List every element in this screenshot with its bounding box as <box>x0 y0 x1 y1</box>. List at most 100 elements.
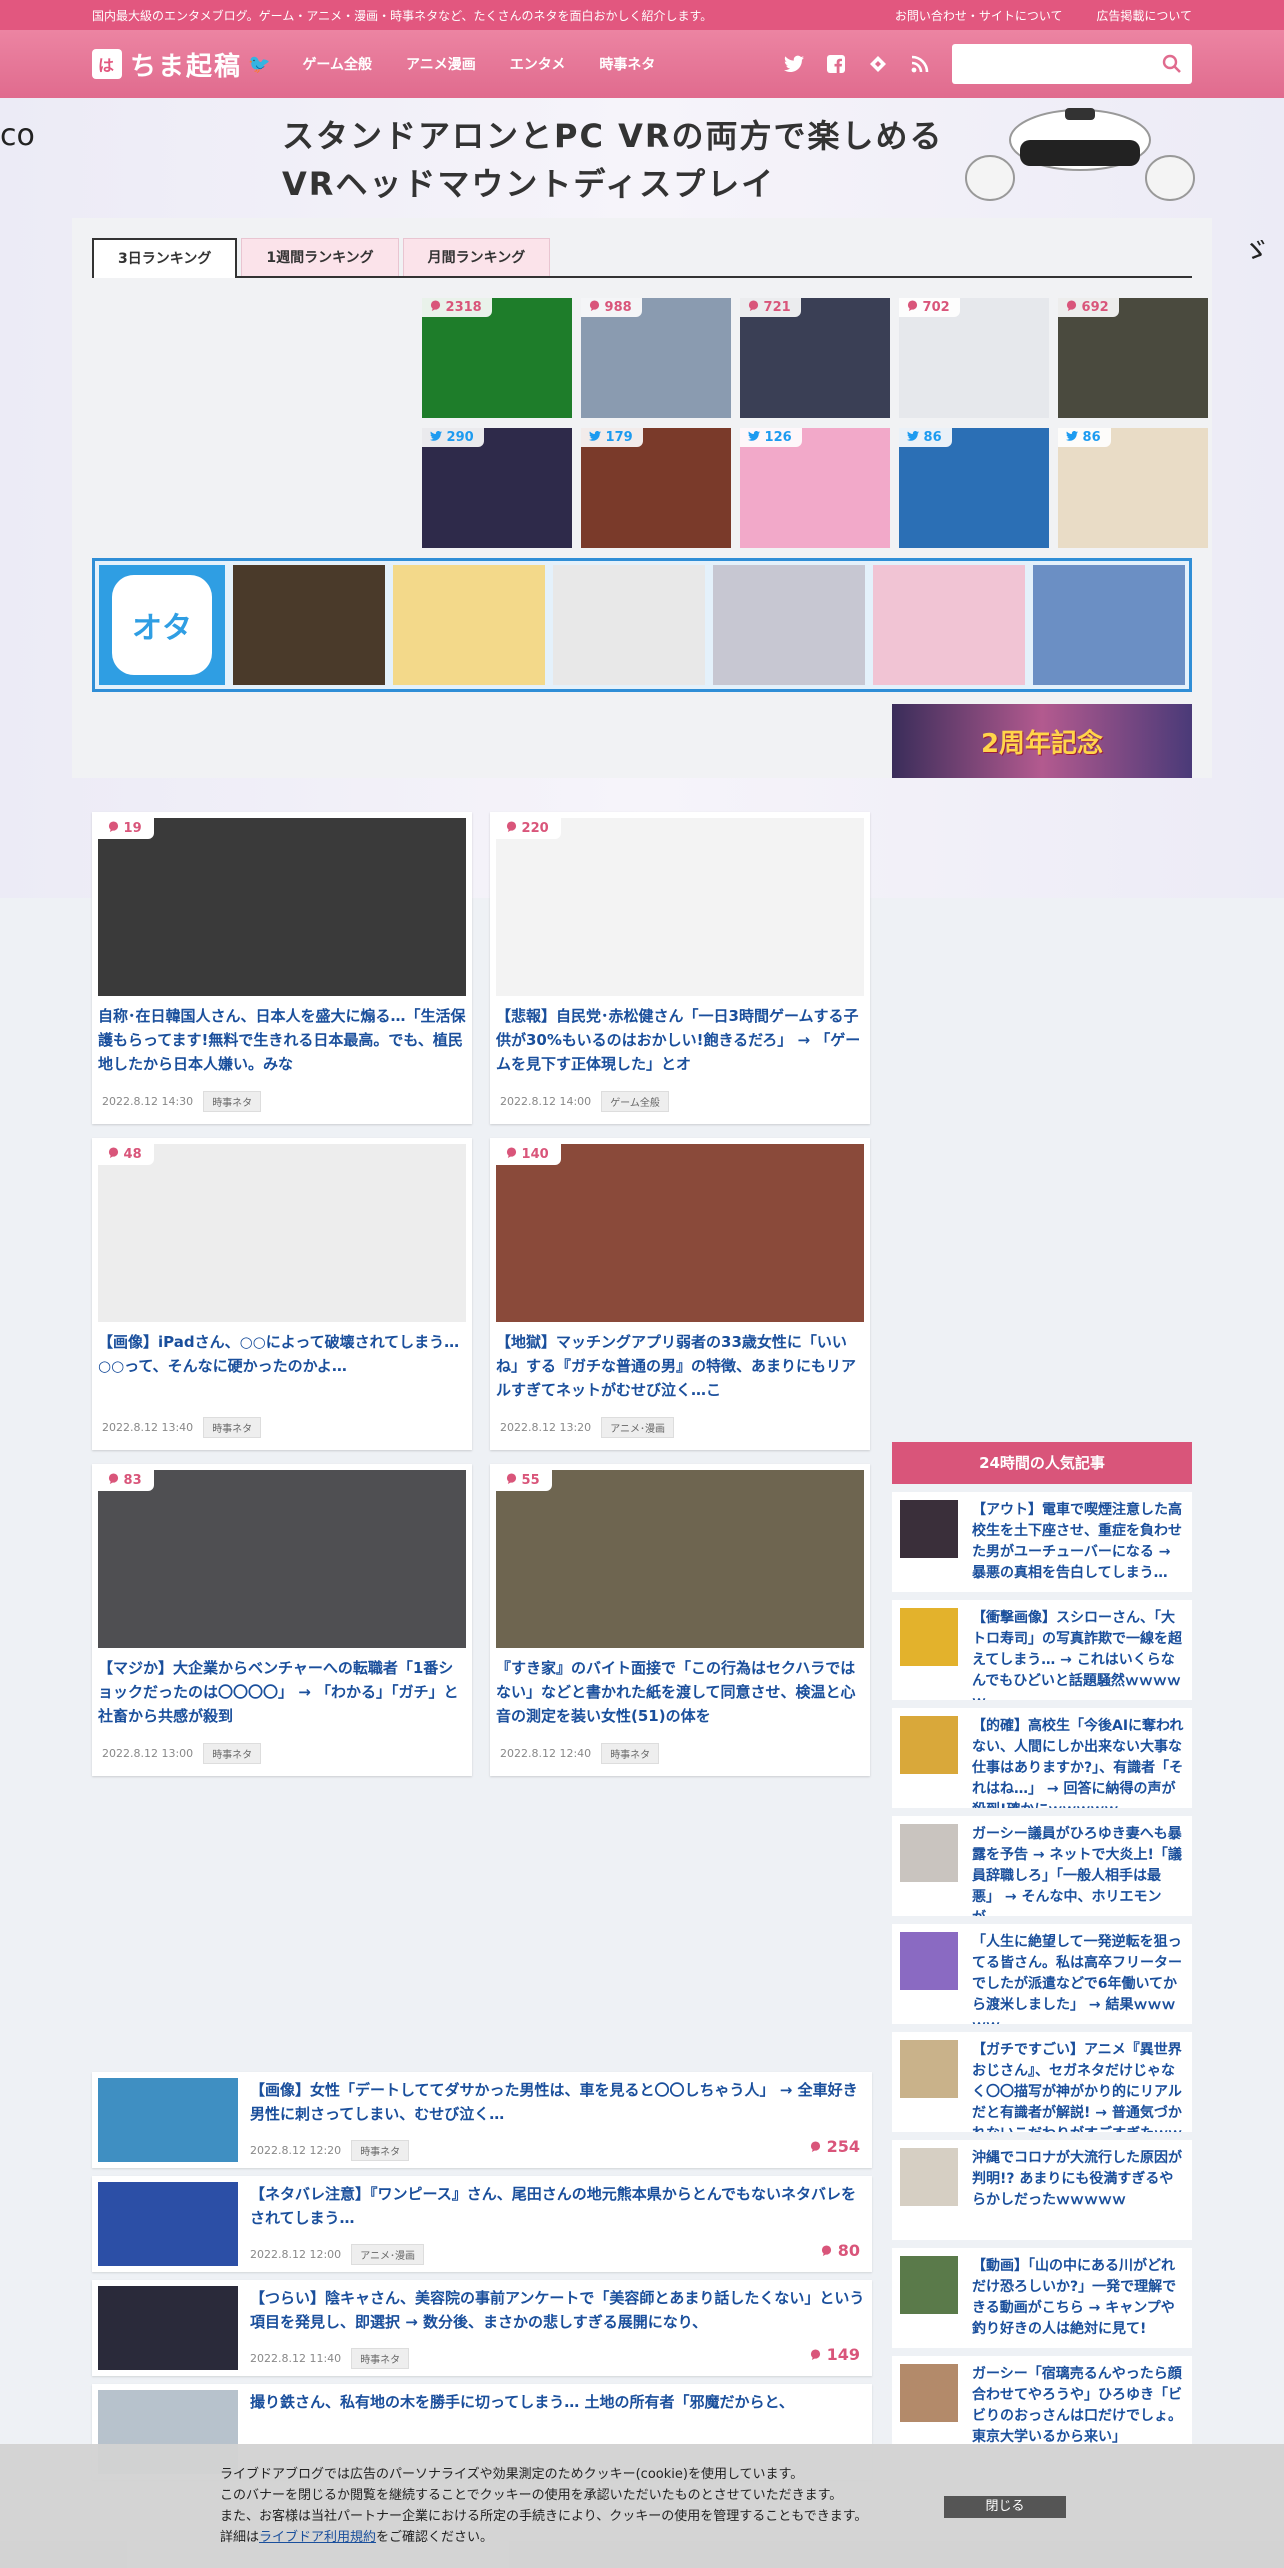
article-card[interactable]: 220 【悲報】自民党･赤松健さん「一日3時間ゲームする子供が30%もいるのはおか… <box>490 812 870 1124</box>
nav-anime[interactable]: アニメ漫画 <box>406 54 476 74</box>
popular-title[interactable]: 【動画】「山の中にある川がどれだけ恐ろしいか?」一発で理解できる動画がこちら →… <box>972 2256 1184 2340</box>
article-title[interactable]: 【悲報】自民党･赤松健さん「一日3時間ゲームする子供が30%もいるのはおかしい!… <box>496 1004 864 1076</box>
list-title[interactable]: 【つらい】陰キャさん、美容院の事前アンケートで「美容師とあまり話したくない」とい… <box>250 2286 866 2334</box>
otakom-thumb[interactable] <box>1033 565 1185 685</box>
popular-thumbnail[interactable] <box>900 1500 958 1558</box>
popular-item[interactable]: 【衝撃画像】スシローさん、「大トロ寿司」の写真詐欺で一線を超えてしまう… → こ… <box>892 1600 1192 1700</box>
list-title[interactable]: 【ネタバレ注意】『ワンピース』さん、尾田さんの地元熊本県からとんでもないネタバレ… <box>250 2182 866 2230</box>
list-thumbnail[interactable] <box>98 2078 238 2162</box>
nav-game[interactable]: ゲーム全般 <box>302 54 372 74</box>
list-title[interactable]: 【画像】女性「デートしててダサかった男性は、車を見ると〇〇しちゃう人」 → 全車… <box>250 2078 866 2126</box>
category-tag[interactable]: 時事ネタ <box>203 1743 262 1764</box>
ranking-item[interactable]: 721 <box>740 298 890 418</box>
list-item[interactable]: 【ネタバレ注意】『ワンピース』さん、尾田さんの地元熊本県からとんでもないネタバレ… <box>92 2176 872 2272</box>
nav-entame[interactable]: エンタメ <box>510 54 566 74</box>
category-tag[interactable]: 時事ネタ <box>203 1417 262 1438</box>
popular-thumbnail[interactable] <box>900 2256 958 2314</box>
ranking-item[interactable]: 126 <box>740 428 890 548</box>
ranking-item[interactable]: 86 <box>899 428 1049 548</box>
list-thumbnail[interactable] <box>98 2286 238 2370</box>
popular-thumbnail[interactable] <box>900 1608 958 1666</box>
ranking-item[interactable]: 179 <box>581 428 731 548</box>
contact-link[interactable]: お問い合わせ・サイトについて <box>895 9 1063 23</box>
popular-item[interactable]: 【的確】高校生「今後AIに奪われない、人間にしか出来ない大事な仕事はありますか?… <box>892 1708 1192 1808</box>
anniversary-banner[interactable]: 2周年記念 <box>892 704 1192 778</box>
article-card[interactable]: 55 『すき家』のバイト面接で「この行為はセクハラではない」などと書かれた紙を渡し… <box>490 1464 870 1776</box>
otakom-thumb[interactable] <box>393 565 545 685</box>
facebook-icon[interactable] <box>826 54 846 74</box>
nav-news[interactable]: 時事ネタ <box>599 54 655 74</box>
ranking-item[interactable]: 2318 <box>422 298 572 418</box>
popular-item[interactable]: 【動画】「山の中にある川がどれだけ恐ろしいか?」一発で理解できる動画がこちら →… <box>892 2248 1192 2348</box>
article-thumbnail[interactable]: 48 <box>98 1144 466 1322</box>
article-card[interactable]: 83 【マジか】大企業からベンチャーへの転職者「1番ショックだったのは〇〇〇〇」 … <box>92 1464 472 1776</box>
popular-title[interactable]: 「人生に絶望して一発逆転を狙ってる皆さん。私は高卒フリーターでしたが派遣などで6… <box>972 1932 1184 2024</box>
tab-3day[interactable]: 3日ランキング <box>92 238 238 278</box>
ranking-item[interactable]: 692 <box>1058 298 1208 418</box>
list-item[interactable]: 【画像】女性「デートしててダサかった男性は、車を見ると〇〇しちゃう人」 → 全車… <box>92 2072 872 2168</box>
otakom-thumb[interactable] <box>713 565 865 685</box>
otakom-thumb[interactable] <box>553 565 705 685</box>
ads-link[interactable]: 広告掲載について <box>1096 9 1192 23</box>
article-card[interactable]: 19 自称･在日韓国人さん、日本人を盛大に煽る…「生活保護もらってます!無料で生き… <box>92 812 472 1124</box>
article-thumbnail[interactable]: 140 <box>496 1144 864 1322</box>
category-tag[interactable]: アニメ･漫画 <box>601 1417 674 1438</box>
category-tag[interactable]: 時事ネタ <box>601 1743 660 1764</box>
tab-monthly[interactable]: 月間ランキング <box>402 238 551 276</box>
ranking-item[interactable]: 86 <box>1058 428 1208 548</box>
article-thumbnail[interactable]: 220 <box>496 818 864 996</box>
list-item[interactable]: 【つらい】陰キャさん、美容院の事前アンケートで「美容師とあまり話したくない」とい… <box>92 2280 872 2376</box>
rss-icon[interactable] <box>910 54 930 74</box>
popular-thumbnail[interactable] <box>900 2148 958 2206</box>
tab-1week[interactable]: 1週間ランキング <box>241 238 399 276</box>
otakom-banner[interactable]: オタ <box>92 558 1192 692</box>
feedly-icon[interactable] <box>868 54 888 74</box>
twitter-icon[interactable] <box>784 54 804 74</box>
site-logo[interactable]: は ちま起稿 🐦 <box>92 46 272 83</box>
popular-item[interactable]: ガーシー「宿璃売るんやったら顔合わせてやろうや」ひろゆき「ビビりのおっさんは口だ… <box>892 2356 1192 2456</box>
popular-item[interactable]: 沖縄でコロナが大流行した原因が判明!? あまりにも役満すぎるやらかしだったｗｗｗ… <box>892 2140 1192 2240</box>
search-input[interactable] <box>952 44 1192 84</box>
terms-link[interactable]: ライブドア利用規約 <box>259 2530 376 2545</box>
popular-thumbnail[interactable] <box>900 2364 958 2422</box>
category-tag[interactable]: ゲーム全般 <box>601 1091 669 1112</box>
popular-title[interactable]: 【ガチですごい】アニメ『異世界おじさん』、セガネタだけじゃなく〇〇描写が神がかり… <box>972 2040 1184 2132</box>
list-thumbnail[interactable] <box>98 2182 238 2266</box>
popular-item[interactable]: 「人生に絶望して一発逆転を狙ってる皆さん。私は高卒フリーターでしたが派遣などで6… <box>892 1924 1192 2024</box>
otakom-thumb[interactable] <box>873 565 1025 685</box>
article-title[interactable]: 『すき家』のバイト面接で「この行為はセクハラではない」などと書かれた紙を渡して同… <box>496 1656 864 1728</box>
popular-title[interactable]: ガーシー議員がひろゆき妻へも暴露を予告 → ネットで大炎上!「議員辞職しろ」「一… <box>972 1824 1184 1916</box>
popular-item[interactable]: 【アウト】電車で喫煙注意した高校生を土下座させ、重症を負わせた男がユーチューバー… <box>892 1492 1192 1592</box>
popular-item[interactable]: ガーシー議員がひろゆき妻へも暴露を予告 → ネットで大炎上!「議員辞職しろ」「一… <box>892 1816 1192 1916</box>
popular-thumbnail[interactable] <box>900 1932 958 1990</box>
category-tag[interactable]: 時事ネタ <box>203 1091 262 1112</box>
article-title[interactable]: 【マジか】大企業からベンチャーへの転職者「1番ショックだったのは〇〇〇〇」 → … <box>98 1656 466 1728</box>
search-icon[interactable] <box>1162 54 1182 78</box>
popular-title[interactable]: 【的確】高校生「今後AIに奪われない、人間にしか出来ない大事な仕事はありますか?… <box>972 1716 1184 1808</box>
popular-item[interactable]: 【ガチですごい】アニメ『異世界おじさん』、セガネタだけじゃなく〇〇描写が神がかり… <box>892 2032 1192 2132</box>
popular-title[interactable]: 【アウト】電車で喫煙注意した高校生を土下座させ、重症を負わせた男がユーチューバー… <box>972 1500 1184 1584</box>
popular-thumbnail[interactable] <box>900 2040 958 2098</box>
ranking-item[interactable]: 988 <box>581 298 731 418</box>
list-title[interactable]: 撮り鉄さん、私有地の木を勝手に切ってしまう… 土地の所有者「邪魔だからと、 <box>250 2390 866 2438</box>
article-thumbnail[interactable]: 83 <box>98 1470 466 1648</box>
cookie-close-button[interactable]: 閉じる <box>944 2496 1066 2518</box>
category-tag[interactable]: 時事ネタ <box>351 2140 410 2161</box>
popular-thumbnail[interactable] <box>900 1824 958 1882</box>
popular-title[interactable]: ガーシー「宿璃売るんやったら顔合わせてやろうや」ひろゆき「ビビりのおっさんは口だ… <box>972 2364 1184 2448</box>
popular-title[interactable]: 【衝撃画像】スシローさん、「大トロ寿司」の写真詐欺で一線を超えてしまう… → こ… <box>972 1608 1184 1700</box>
popular-thumbnail[interactable] <box>900 1716 958 1774</box>
article-thumbnail[interactable]: 19 <box>98 818 466 996</box>
article-thumbnail[interactable]: 55 <box>496 1470 864 1648</box>
ad-banner-headline[interactable]: スタンドアロンとPC VRの両方で楽しめる VRヘッドマウントディスプレイ <box>282 112 944 208</box>
article-title[interactable]: 【画像】iPadさん、○○によって破壊されてしまう… ○○って、そんなに硬かった… <box>98 1330 466 1402</box>
otakom-thumb[interactable] <box>233 565 385 685</box>
ranking-item[interactable]: 702 <box>899 298 1049 418</box>
article-card[interactable]: 48 【画像】iPadさん、○○によって破壊されてしまう… ○○って、そんなに硬か… <box>92 1138 472 1450</box>
category-tag[interactable]: アニメ･漫画 <box>351 2244 424 2265</box>
article-title[interactable]: 【地獄】マッチングアプリ弱者の33歳女性に「いいね」する『ガチな普通の男』の特徴… <box>496 1330 864 1402</box>
article-title[interactable]: 自称･在日韓国人さん、日本人を盛大に煽る…「生活保護もらってます!無料で生きれる… <box>98 1004 466 1076</box>
category-tag[interactable]: 時事ネタ <box>351 2348 410 2369</box>
popular-title[interactable]: 沖縄でコロナが大流行した原因が判明!? あまりにも役満すぎるやらかしだったｗｗｗ… <box>972 2148 1184 2232</box>
ranking-item[interactable]: 290 <box>422 428 572 548</box>
